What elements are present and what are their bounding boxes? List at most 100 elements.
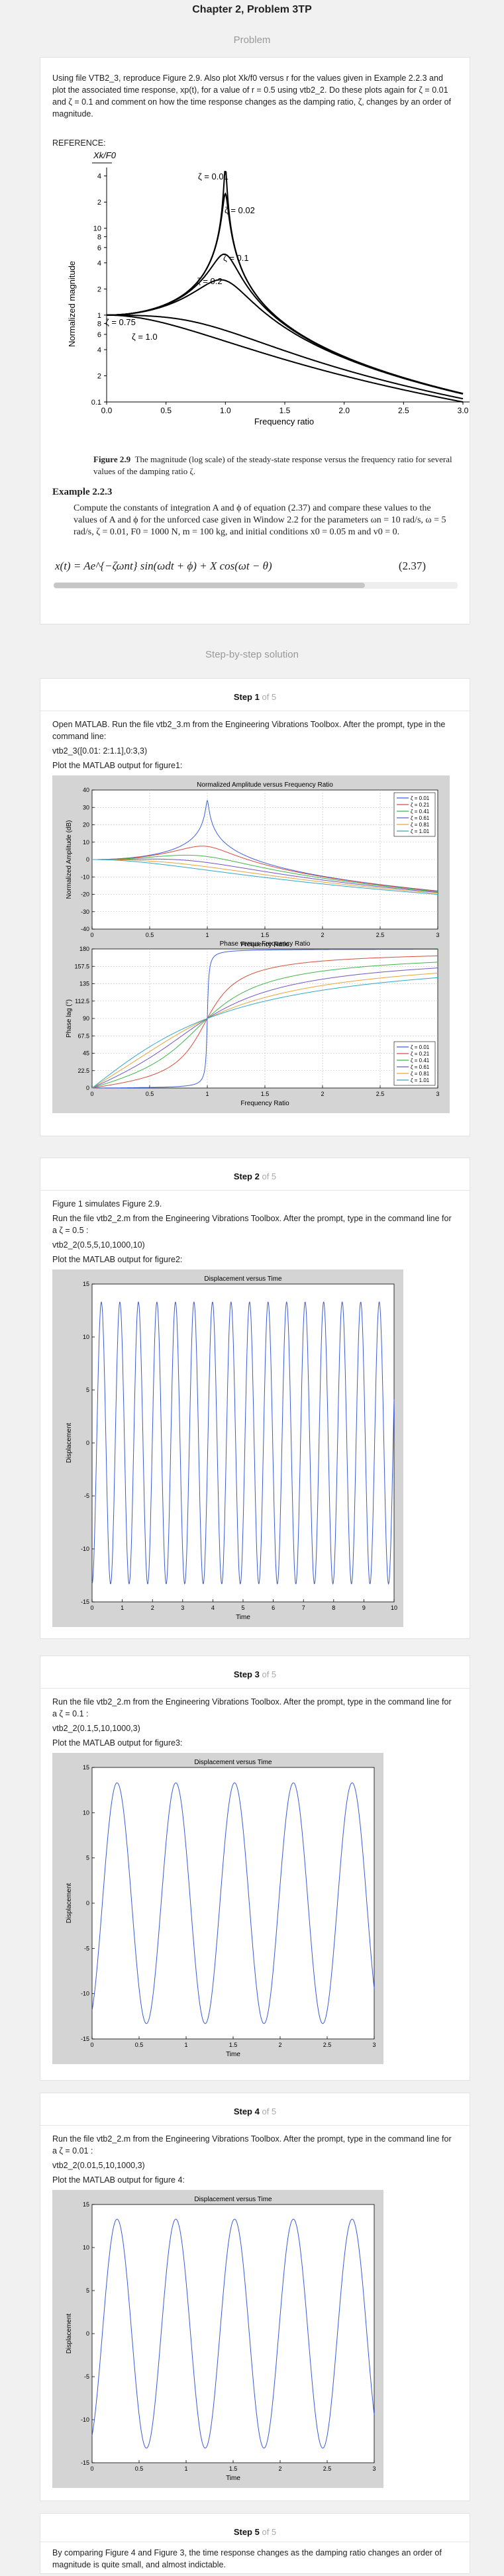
- fig-ylabel: Normalized magnitude: [67, 261, 77, 347]
- step-1-label: Step 1: [233, 692, 260, 702]
- legend-entry: ζ = 0.61: [411, 1064, 430, 1070]
- solution-label: Step-by-step solution: [205, 649, 299, 660]
- equation: x(t) = Ae^{−ζωnt} sin(ωdt + ϕ) + X cos(ω…: [55, 560, 452, 577]
- plot-xtick-label: 0.5: [135, 2042, 144, 2048]
- step-4-command: vtb2_2(0.01,5,10,1000,3): [52, 2161, 145, 2170]
- plot-ytick-label: -5: [84, 1493, 89, 1499]
- step-5-line-1: By comparing Figure 4 and Figure 3, the …: [52, 2548, 442, 2569]
- reference-label: REFERENCE:: [52, 138, 106, 148]
- plot-xtick-label: 1.5: [229, 2042, 238, 2048]
- plot-ytick-label: 15: [83, 1764, 89, 1771]
- plot-ytick-label: 5: [86, 1387, 89, 1393]
- plot-ytick-label: -15: [81, 1599, 89, 1605]
- plot-ytick-label: 67.5: [77, 1032, 89, 1039]
- fig-ytick-label: 8: [97, 233, 101, 241]
- matlab-figure-1: Normalized Amplitude versus Frequency Ra…: [52, 775, 450, 1113]
- plot-xtick-label: 4: [211, 1605, 215, 1611]
- displacement-axes-4: Displacement versus Time Time Displacement…: [66, 2196, 376, 2482]
- legend-entry: ζ = 0.01: [411, 1044, 430, 1050]
- fig-ytick-label: 2: [97, 199, 101, 207]
- plot-xtick-label: 1: [184, 2465, 187, 2472]
- fig-curve-label: ζ = 0.75: [105, 317, 136, 327]
- plot-xtick-label: 1: [205, 1091, 209, 1097]
- plot-area: [91, 1283, 395, 1603]
- step-2-command: vtb2_2(0.5,5,10,1000,10): [52, 1240, 145, 1250]
- plot-ytick-label: 0: [86, 1440, 89, 1446]
- caption-bold: Figure 2.9: [93, 454, 131, 464]
- plot-xtick-label: 2.5: [376, 1091, 385, 1097]
- plot-ytick-label: -20: [81, 891, 89, 898]
- plot-xlabel: Time: [226, 2051, 240, 2058]
- horizontal-scrollbar[interactable]: [54, 582, 458, 589]
- plot-ytick-label: 0: [86, 2330, 89, 2337]
- plot-ytick-label: 10: [83, 1334, 89, 1340]
- plot-title: Phase versus Frequency Ratio: [220, 940, 311, 948]
- matlab-figure-4: Displacement versus Time Time Displacement…: [52, 2190, 383, 2488]
- phase-axes: Phase versus Frequency Ratio Frequency Ra…: [66, 940, 440, 1107]
- plot-xtick-label: 0: [90, 1605, 93, 1611]
- plot-ylabel: Normalized Amplitude (dB): [66, 820, 73, 899]
- plot-xtick-label: 2: [321, 932, 324, 938]
- plot-xtick-label: 3: [436, 932, 439, 938]
- caption-text: The magnitude (log scale) of the steady-…: [93, 454, 452, 476]
- fig-curve-label: ζ = 0.1: [223, 253, 249, 263]
- displacement-plot-2: Displacement versus Time Time Displacement…: [66, 1275, 397, 1621]
- plot-ytick-label: 10: [83, 1809, 89, 1816]
- plot-ytick-label: 5: [86, 2287, 89, 2294]
- amplitude-axes: Normalized Amplitude versus Frequency Ra…: [66, 781, 440, 948]
- divider: [40, 1190, 470, 1191]
- divider: [40, 1688, 470, 1689]
- step-2-label: Step 2: [233, 1171, 260, 1181]
- fig-curve-label: ζ = 1.0: [132, 332, 158, 342]
- plot-ytick-label: 157.5: [74, 963, 89, 969]
- fig-ytick-label: 4: [97, 346, 101, 354]
- legend-entry: ζ = 0.61: [411, 815, 430, 821]
- plot-xtick-label: 2: [278, 2042, 281, 2048]
- plot-ytick-label: -15: [81, 2036, 89, 2042]
- legend-entry: ζ = 0.21: [411, 802, 430, 808]
- plot-ytick-label: -5: [84, 2373, 89, 2380]
- step-5-of: of 5: [262, 2527, 277, 2537]
- step-2-line-1: Figure 1 simulates Figure 2.9.: [52, 1199, 162, 1209]
- fig-xtick-label: 3.0: [458, 406, 469, 415]
- fig-xtick-label: 1.5: [279, 406, 291, 415]
- plot-xtick-label: 2: [151, 1605, 154, 1611]
- plot-ylabel: Phase lag (°): [66, 999, 73, 1038]
- scrollbar-thumb[interactable]: [54, 583, 365, 588]
- fig-xlabel: Frequency ratio: [254, 417, 314, 426]
- fig-curve-label: ζ = 0.02: [225, 205, 255, 215]
- step-2-card: Step 2 of 5 Figure 1 simulates Figure 2.…: [40, 1158, 470, 1639]
- fig-ytick-label: 2: [97, 373, 101, 381]
- fig-xtick-label: 0.0: [101, 406, 113, 415]
- step-1-line-3: Plot the MATLAB output for figure1:: [52, 761, 183, 770]
- plot-xtick-label: 0: [90, 932, 93, 938]
- plot-xtick-label: 1: [121, 1605, 124, 1611]
- plot-xtick-label: 6: [272, 1605, 275, 1611]
- plot-ytick-label: 90: [83, 1015, 89, 1022]
- plot-ytick-label: 22.5: [77, 1067, 89, 1074]
- plot-xtick-label: 2.5: [323, 2465, 332, 2472]
- plot-xtick-label: 1: [205, 932, 209, 938]
- step-3-command: vtb2_2(0.1,5,10,1000,3): [52, 1724, 140, 1733]
- fig-curve: [107, 279, 464, 395]
- plot-xtick-label: 9: [362, 1605, 366, 1611]
- plot-xtick-label: 5: [241, 1605, 244, 1611]
- legend-entry: ζ = 0.21: [411, 1051, 430, 1057]
- plot-area: [91, 2204, 375, 2463]
- plot-ytick-label: 10: [83, 2244, 89, 2251]
- plot-xtick-label: 2: [278, 2465, 281, 2472]
- fig-ytick-label: 1: [97, 312, 101, 320]
- fig-ytick-label: 2: [97, 285, 101, 293]
- plot-ytick-label: 40: [83, 787, 89, 793]
- plot-xtick-label: 0.5: [135, 2465, 144, 2472]
- plot-xtick-label: 0: [90, 2042, 93, 2048]
- equation-number: (2.37): [398, 560, 426, 572]
- step-2-of: of 5: [262, 1171, 277, 1181]
- step-1-line-1: Open MATLAB. Run the file vtb2_3.m from …: [52, 720, 446, 741]
- fig-ytick-label: 6: [97, 331, 101, 339]
- step-3-of: of 5: [262, 1669, 277, 1679]
- legend-entry: ζ = 0.81: [411, 1071, 430, 1077]
- plot-xtick-label: 1.5: [261, 932, 270, 938]
- plot-ytick-label: -10: [81, 1546, 89, 1552]
- plot-ytick-label: 0: [86, 1085, 89, 1091]
